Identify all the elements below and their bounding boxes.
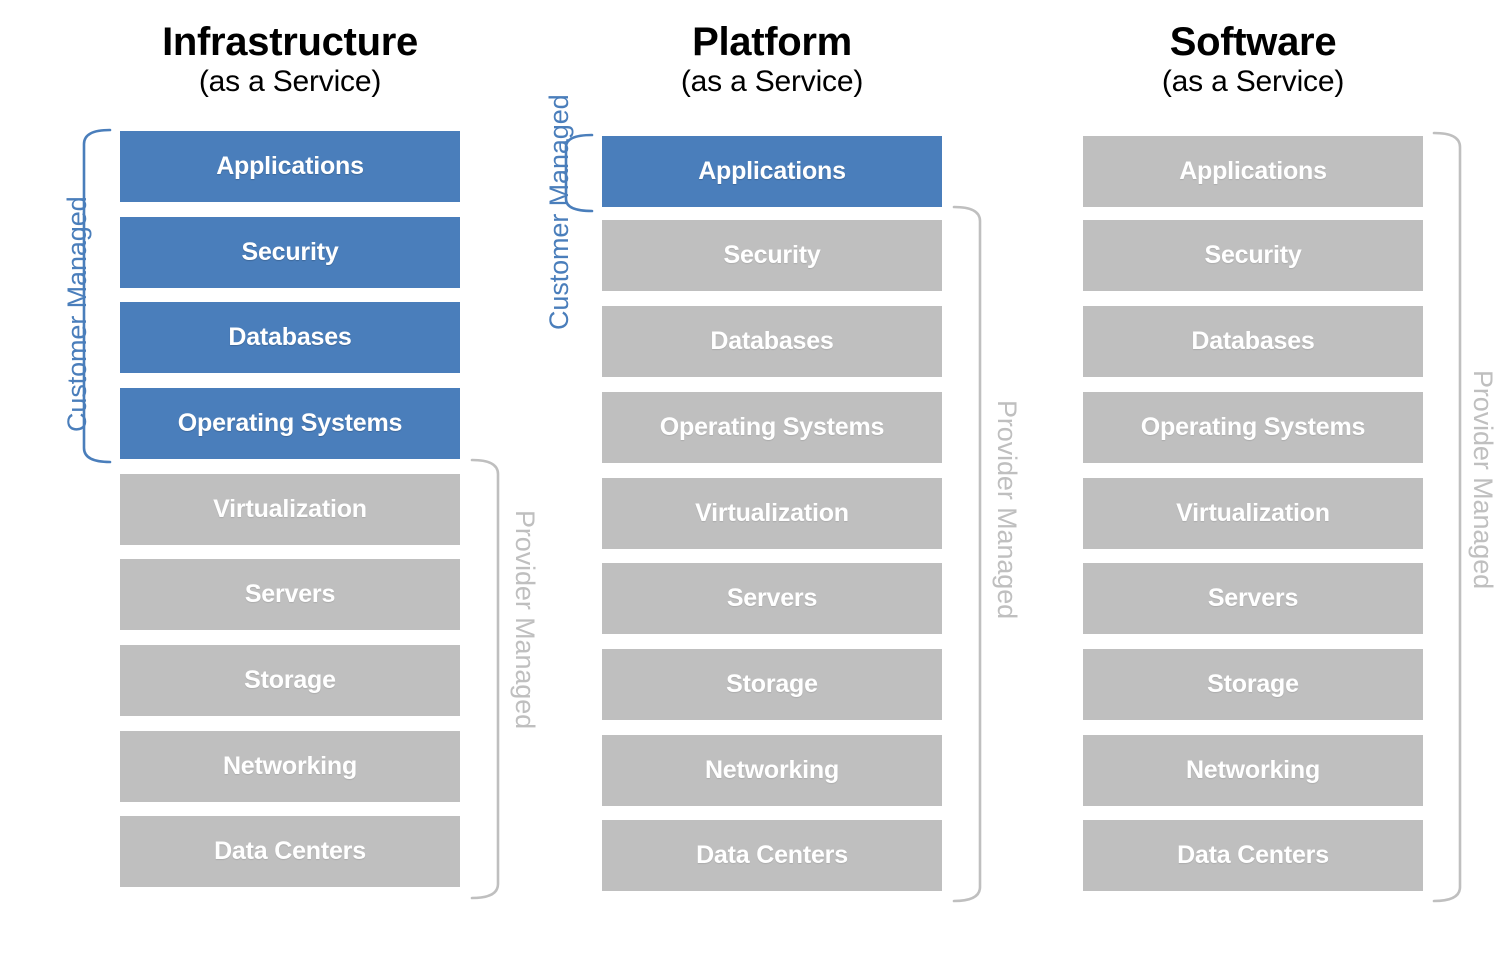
side-label-provider-managed-iaas: Provider Managed <box>510 510 540 730</box>
layer-label: Networking <box>1185 756 1321 784</box>
layer-box-iaas-operating-systems[interactable]: Operating Systems <box>120 388 460 459</box>
layer-box-iaas-data-centers[interactable]: Data Centers <box>120 816 460 887</box>
layer-box-paas-security[interactable]: Security <box>602 220 942 291</box>
layer-box-saas-servers[interactable]: Servers <box>1083 563 1423 634</box>
layer-label: Operating Systems <box>659 413 885 441</box>
layer-label: Virtualization <box>695 499 849 527</box>
layer-label: Virtualization <box>1176 499 1330 527</box>
side-label-customer-managed-paas: Customer Managed <box>544 94 574 330</box>
layer-box-saas-networking[interactable]: Networking <box>1083 735 1423 806</box>
column-title-iaas: Infrastructure <box>162 20 418 64</box>
layer-box-paas-operating-systems[interactable]: Operating Systems <box>602 392 942 463</box>
layer-box-saas-databases[interactable]: Databases <box>1083 306 1423 377</box>
layer-label: Storage <box>726 670 818 698</box>
layer-label: Servers <box>726 584 818 612</box>
layer-label: Security <box>1204 241 1302 269</box>
layer-box-iaas-databases[interactable]: Databases <box>120 302 460 373</box>
layer-label: Applications <box>216 152 364 180</box>
layer-label: Operating Systems <box>177 409 403 437</box>
layer-box-iaas-applications[interactable]: Applications <box>120 131 460 202</box>
layer-label: Security <box>723 241 821 269</box>
layer-box-paas-storage[interactable]: Storage <box>602 649 942 720</box>
layer-label: Security <box>241 238 339 266</box>
column-subtitle-iaas: (as a Service) <box>198 64 382 98</box>
layer-label: Storage <box>244 666 336 694</box>
layer-box-iaas-storage[interactable]: Storage <box>120 645 460 716</box>
layer-box-saas-operating-systems[interactable]: Operating Systems <box>1083 392 1423 463</box>
column-header-saas: Software (as a Service) <box>1083 22 1423 97</box>
column-title-paas: Platform <box>692 20 852 64</box>
layer-label: Databases <box>228 323 352 351</box>
layer-box-saas-applications[interactable]: Applications <box>1083 136 1423 207</box>
layer-box-paas-databases[interactable]: Databases <box>602 306 942 377</box>
layer-box-saas-virtualization[interactable]: Virtualization <box>1083 478 1423 549</box>
layer-box-paas-networking[interactable]: Networking <box>602 735 942 806</box>
layer-label: Databases <box>710 327 834 355</box>
layer-label: Networking <box>222 752 358 780</box>
layer-box-paas-applications[interactable]: Applications <box>602 136 942 207</box>
diagram-canvas: Infrastructure (as a Service) Applicatio… <box>0 0 1508 954</box>
side-label-provider-managed-saas: Provider Managed <box>1468 370 1498 590</box>
bracket-provider-managed-paas <box>952 205 982 903</box>
layer-box-paas-servers[interactable]: Servers <box>602 563 942 634</box>
layer-box-saas-storage[interactable]: Storage <box>1083 649 1423 720</box>
column-subtitle-saas: (as a Service) <box>1161 64 1345 98</box>
layer-box-paas-virtualization[interactable]: Virtualization <box>602 478 942 549</box>
bracket-provider-managed-iaas <box>470 458 500 900</box>
side-label-provider-managed-paas: Provider Managed <box>992 400 1022 620</box>
layer-label: Applications <box>698 157 846 185</box>
layer-label: Networking <box>704 756 840 784</box>
layer-box-iaas-servers[interactable]: Servers <box>120 559 460 630</box>
layer-label: Servers <box>1207 584 1299 612</box>
layer-box-saas-security[interactable]: Security <box>1083 220 1423 291</box>
layer-box-saas-data-centers[interactable]: Data Centers <box>1083 820 1423 891</box>
layer-label: Databases <box>1191 327 1315 355</box>
layer-label: Data Centers <box>214 837 366 865</box>
layer-box-iaas-security[interactable]: Security <box>120 217 460 288</box>
column-header-iaas: Infrastructure (as a Service) <box>120 22 460 97</box>
bracket-provider-managed-saas <box>1432 131 1462 903</box>
layer-label: Operating Systems <box>1140 413 1366 441</box>
layer-label: Storage <box>1207 670 1299 698</box>
layer-label: Servers <box>244 580 336 608</box>
column-title-saas: Software <box>1169 20 1337 64</box>
layer-box-paas-data-centers[interactable]: Data Centers <box>602 820 942 891</box>
layer-label: Virtualization <box>213 495 367 523</box>
column-header-paas: Platform (as a Service) <box>602 22 942 97</box>
column-subtitle-paas: (as a Service) <box>680 64 864 98</box>
side-label-customer-managed-iaas: Customer Managed <box>62 196 92 432</box>
layer-label: Data Centers <box>696 841 848 869</box>
layer-box-iaas-networking[interactable]: Networking <box>120 731 460 802</box>
layer-label: Applications <box>1179 157 1327 185</box>
layer-box-iaas-virtualization[interactable]: Virtualization <box>120 474 460 545</box>
layer-label: Data Centers <box>1177 841 1329 869</box>
